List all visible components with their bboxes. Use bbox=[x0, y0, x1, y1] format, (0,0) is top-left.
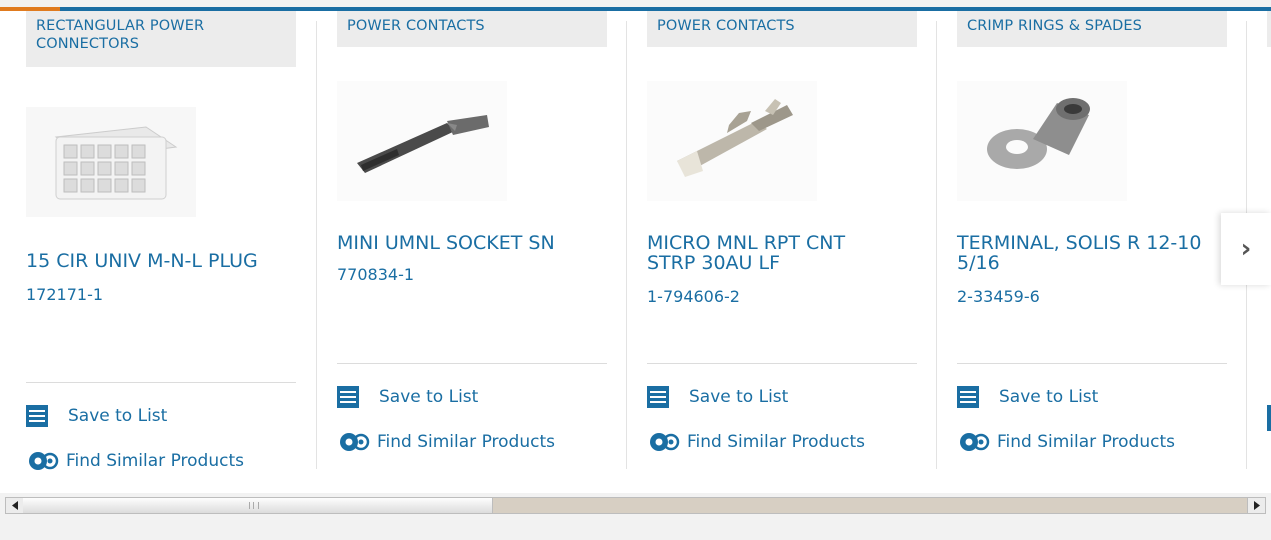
save-to-list-label: Save to List bbox=[689, 387, 789, 407]
category-label[interactable]: CRIMP RINGS & SPADES bbox=[957, 11, 1227, 47]
category-label-partial bbox=[1267, 11, 1271, 47]
product-image[interactable] bbox=[337, 81, 607, 201]
find-similar-label: Find Similar Products bbox=[997, 432, 1175, 452]
product-title[interactable]: MICRO MNL RPT CNT STRP 30AU LF bbox=[647, 233, 887, 273]
socket-contact-image bbox=[337, 81, 507, 201]
card-divider bbox=[316, 21, 317, 469]
scroll-left-button[interactable] bbox=[6, 498, 24, 513]
find-similar-button[interactable]: Find Similar Products bbox=[647, 430, 865, 454]
save-to-list-button[interactable]: Save to List bbox=[647, 386, 788, 408]
product-title[interactable]: TERMINAL, SOLIS R 12-10 5/16 bbox=[957, 233, 1217, 273]
list-icon bbox=[1267, 405, 1271, 431]
part-number[interactable]: 770834-1 bbox=[337, 265, 414, 284]
divider bbox=[957, 363, 1227, 364]
category-label[interactable]: RECTANGULAR POWER CONNECTORS bbox=[26, 11, 296, 67]
product-card: CRIMP RINGS & SPADES TERMINAL, SOLIS R 1… bbox=[957, 11, 1227, 471]
save-to-list-label: Save to List bbox=[999, 387, 1099, 407]
product-carousel: RECTANGULAR POWER CONNECTORS 15 CIR UNIV… bbox=[0, 11, 1271, 493]
category-label[interactable]: POWER CONTACTS bbox=[337, 11, 607, 47]
save-to-list-button[interactable]: Save to List bbox=[26, 405, 167, 427]
triangle-right-icon bbox=[1253, 501, 1260, 510]
category-label[interactable]: POWER CONTACTS bbox=[647, 11, 917, 47]
scrollbar-trough[interactable] bbox=[493, 498, 1248, 513]
find-similar-label: Find Similar Products bbox=[377, 432, 555, 452]
save-to-list-label: Save to List bbox=[379, 387, 479, 407]
product-image[interactable] bbox=[647, 81, 917, 201]
product-title[interactable]: MINI UMNL SOCKET SN bbox=[337, 233, 607, 253]
gears-icon bbox=[29, 452, 59, 470]
divider bbox=[337, 363, 607, 364]
product-image[interactable] bbox=[957, 81, 1227, 201]
product-card: POWER CONTACTS MINI UMNL SOCKET SN 77083… bbox=[337, 11, 607, 471]
gears-icon bbox=[340, 433, 370, 451]
chevron-right-icon: › bbox=[1240, 234, 1252, 264]
carousel-next-button[interactable]: › bbox=[1221, 213, 1271, 285]
scroll-right-button[interactable] bbox=[1247, 498, 1265, 513]
part-number[interactable]: 1-794606-2 bbox=[647, 287, 740, 306]
scrollbar-track[interactable] bbox=[5, 497, 1266, 514]
find-similar-label: Find Similar Products bbox=[66, 451, 244, 471]
grip-icon bbox=[249, 502, 259, 509]
divider bbox=[26, 382, 296, 383]
product-title[interactable]: 15 CIR UNIV M-N-L PLUG bbox=[26, 251, 296, 271]
card-divider bbox=[936, 21, 937, 469]
horizontal-scrollbar[interactable] bbox=[0, 493, 1271, 519]
part-number[interactable]: 172171-1 bbox=[26, 285, 103, 304]
ring-terminal-image bbox=[957, 81, 1127, 201]
list-icon bbox=[647, 386, 669, 408]
find-similar-label: Find Similar Products bbox=[687, 432, 865, 452]
product-card: POWER CONTACTS MICRO MNL RPT CNT STRP 30… bbox=[647, 11, 917, 471]
product-card: RECTANGULAR POWER CONNECTORS 15 CIR UNIV… bbox=[26, 11, 296, 471]
list-icon bbox=[26, 405, 48, 427]
divider bbox=[647, 363, 917, 364]
list-icon bbox=[337, 386, 359, 408]
part-number[interactable]: 2-33459-6 bbox=[957, 287, 1040, 306]
save-to-list-button[interactable]: Save to List bbox=[337, 386, 478, 408]
product-image[interactable] bbox=[26, 107, 296, 217]
card-divider bbox=[626, 21, 627, 469]
gears-icon bbox=[650, 433, 680, 451]
list-icon bbox=[957, 386, 979, 408]
find-similar-button[interactable]: Find Similar Products bbox=[957, 430, 1175, 454]
triangle-left-icon bbox=[11, 501, 18, 510]
gears-icon bbox=[960, 433, 990, 451]
find-similar-button[interactable]: Find Similar Products bbox=[26, 449, 244, 473]
connector-plug-image bbox=[26, 107, 196, 217]
find-similar-button[interactable]: Find Similar Products bbox=[337, 430, 555, 454]
crimp-contact-image bbox=[647, 81, 817, 201]
save-to-list-button[interactable]: Save to List bbox=[957, 386, 1098, 408]
save-to-list-label: Save to List bbox=[68, 406, 168, 426]
scrollbar-thumb[interactable] bbox=[23, 498, 493, 513]
